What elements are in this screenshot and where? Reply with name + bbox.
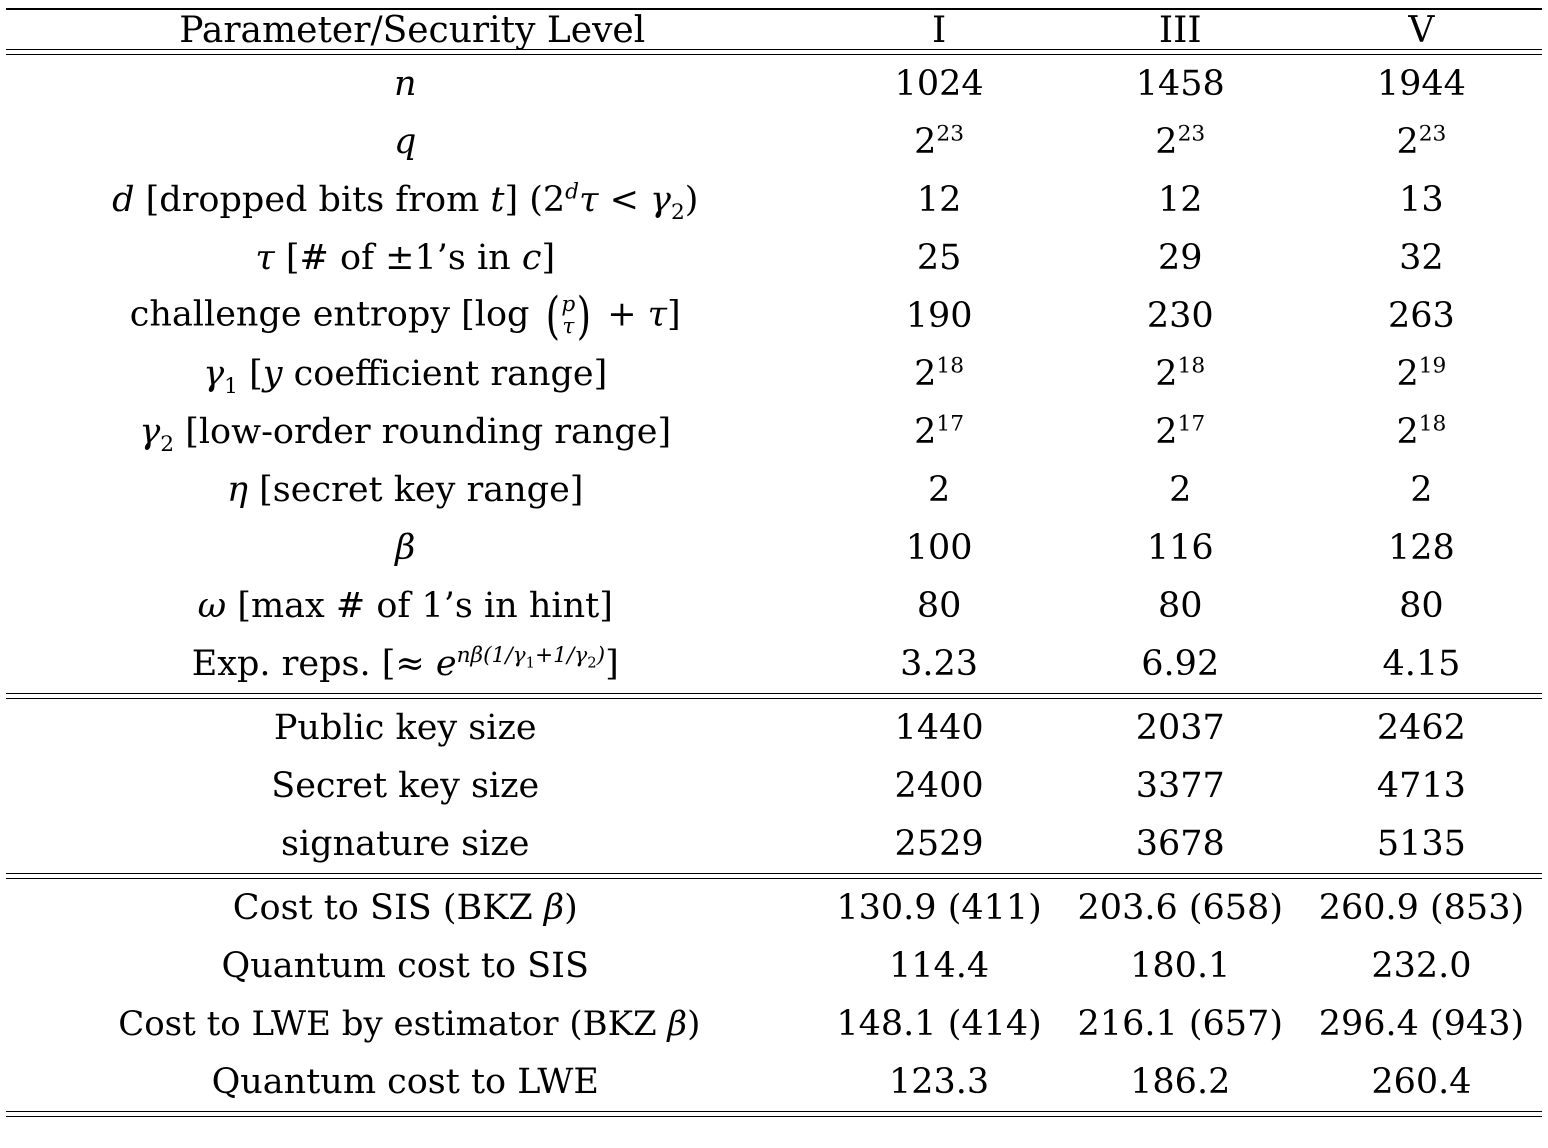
table-row: Secret key size 2400 3377 4713: [6, 757, 1542, 815]
cell-level-I: 80: [916, 585, 962, 626]
cell-level-V: 2: [1410, 469, 1433, 510]
cell-level-V: 2462: [1376, 707, 1466, 748]
cell-level-III: 12: [1157, 179, 1203, 220]
cell-level-III: 216.1 (657): [1077, 1003, 1283, 1044]
cell-level-V: 80: [1399, 585, 1444, 626]
row-label: ω [max # of 1’s in hint]: [197, 585, 613, 626]
parameter-security-level-table: Parameter/Security Level I III V n 1024 14…: [6, 8, 1542, 1117]
table-header-row: Parameter/Security Level I III V: [6, 13, 1542, 50]
cell-level-V: 218: [1396, 410, 1447, 452]
row-label: Public key size: [273, 707, 537, 748]
header-level-1: I: [931, 10, 947, 51]
table-body: Parameter/Security Level I III V n 1024 14…: [6, 8, 1542, 1117]
table-row: n 1024 1458 1944: [6, 55, 1542, 114]
cell-level-V: 32: [1399, 237, 1444, 278]
row-label: Cost to SIS (BKZ β): [232, 887, 578, 928]
cell-level-III: 230: [1146, 295, 1214, 336]
table-sheet: Parameter/Security Level I III V n 1024 14…: [0, 8, 1548, 1148]
table-row: challenge entropy [log (p τ) + τ] 190 230 26…: [6, 287, 1542, 345]
cell-level-I: 190: [905, 295, 973, 336]
cell-level-V: 4.15: [1382, 643, 1461, 684]
cell-level-I: 223: [914, 120, 965, 162]
table-row: η [secret key range] 2 2 2: [6, 461, 1542, 519]
table-row: d [dropped bits from t] (2dτ < γ2) 12 12 13: [6, 171, 1542, 229]
cell-level-III: 186.2: [1130, 1061, 1231, 1102]
table-row: γ1 [y coefficient range] 218 218 219: [6, 345, 1542, 403]
cell-level-III: 116: [1146, 527, 1214, 568]
cell-level-I: 12: [916, 179, 962, 220]
cell-level-I: 1440: [894, 707, 984, 748]
row-label: d [dropped bits from t] (2dτ < γ2): [112, 178, 699, 225]
cell-level-I: 1024: [894, 63, 984, 104]
row-label: β: [395, 527, 416, 568]
cell-level-I: 25: [916, 237, 962, 278]
cell-level-III: 2: [1169, 469, 1192, 510]
cell-level-III: 203.6 (658): [1077, 887, 1283, 928]
table-row: τ [# of ±1’s in c] 25 29 32: [6, 229, 1542, 287]
cell-level-I: 2529: [894, 823, 984, 864]
table-row: Quantum cost to SIS 114.4 180.1 232.0: [6, 937, 1542, 995]
table-row: signature size 2529 3678 5135: [6, 815, 1542, 874]
cell-level-III: 6.92: [1141, 643, 1220, 684]
row-label: Quantum cost to SIS: [221, 945, 589, 986]
cell-level-V: 263: [1388, 295, 1455, 336]
cell-level-I: 217: [914, 410, 965, 452]
cell-level-III: 80: [1157, 585, 1203, 626]
cell-level-I: 100: [905, 527, 973, 568]
row-label: τ [# of ±1’s in c]: [255, 237, 556, 278]
row-label: γ1 [y coefficient range]: [203, 353, 608, 399]
header-parameter-security-level: Parameter/Security Level: [179, 10, 646, 51]
row-label: Quantum cost to LWE: [211, 1061, 599, 1102]
cell-level-V: 1944: [1376, 63, 1466, 104]
cell-level-V: 4713: [1376, 765, 1466, 806]
row-label: signature size: [281, 823, 530, 864]
table-row: q 223 223 223: [6, 113, 1542, 171]
cell-level-V: 260.4: [1371, 1061, 1472, 1102]
row-label: γ2 [low-order rounding range]: [139, 411, 672, 457]
cell-level-V: 260.9 (853): [1318, 887, 1525, 928]
rule-bottom: [6, 1111, 1542, 1117]
cell-level-V: 128: [1388, 527, 1455, 568]
cell-level-I: 123.3: [888, 1061, 990, 1102]
table-row: γ2 [low-order rounding range] 217 217 218: [6, 403, 1542, 461]
cell-level-III: 223: [1155, 120, 1206, 162]
cell-level-V: 232.0: [1371, 945, 1472, 986]
row-label: Exp. reps. [≈ enβ(1/γ1+1/γ2)]: [191, 642, 619, 684]
cell-level-III: 217: [1155, 410, 1206, 452]
cell-level-III: 218: [1155, 352, 1206, 394]
row-label: Secret key size: [271, 765, 540, 806]
cell-level-III: 2037: [1135, 707, 1225, 748]
table-row: Cost to LWE by estimator (BKZ β) 148.1 (4…: [6, 995, 1542, 1053]
cell-level-I: 130.9 (411): [836, 887, 1042, 928]
cell-level-I: 2: [927, 469, 951, 510]
cell-level-V: 296.4 (943): [1318, 1003, 1525, 1044]
table-row: Exp. reps. [≈ enβ(1/γ1+1/γ2)] 3.23 6.92 4.1…: [6, 635, 1542, 694]
cell-level-III: 29: [1157, 237, 1203, 278]
cell-level-V: 223: [1396, 120, 1447, 162]
cell-level-III: 180.1: [1130, 945, 1231, 986]
table-row: β 100 116 128: [6, 519, 1542, 577]
cell-level-V: 219: [1396, 352, 1447, 394]
row-label: challenge entropy [log (p τ) + τ]: [129, 286, 681, 346]
header-level-5: V: [1408, 10, 1435, 51]
cell-level-I: 3.23: [900, 643, 979, 684]
table-row: Quantum cost to LWE 123.3 186.2 260.4: [6, 1053, 1542, 1112]
header-level-3: III: [1158, 10, 1202, 51]
cell-level-I: 148.1 (414): [836, 1003, 1042, 1044]
row-label: q: [394, 121, 417, 162]
row-label: η [secret key range]: [227, 469, 584, 510]
cell-level-I: 2400: [894, 765, 984, 806]
cell-level-V: 5135: [1376, 823, 1466, 864]
cell-level-I: 218: [914, 352, 965, 394]
cell-level-III: 1458: [1135, 63, 1225, 104]
row-label: n: [393, 63, 417, 104]
cell-level-I: 114.4: [888, 945, 990, 986]
table-row: Cost to SIS (BKZ β) 130.9 (411) 203.6 (658…: [6, 879, 1542, 938]
cell-level-III: 3377: [1135, 765, 1225, 806]
cell-level-V: 13: [1399, 179, 1444, 220]
row-label: Cost to LWE by estimator (BKZ β): [118, 1004, 701, 1044]
table-row: ω [max # of 1’s in hint] 80 80 80: [6, 577, 1542, 635]
cell-level-III: 3678: [1135, 823, 1225, 864]
table-row: Public key size 1440 2037 2462: [6, 699, 1542, 758]
